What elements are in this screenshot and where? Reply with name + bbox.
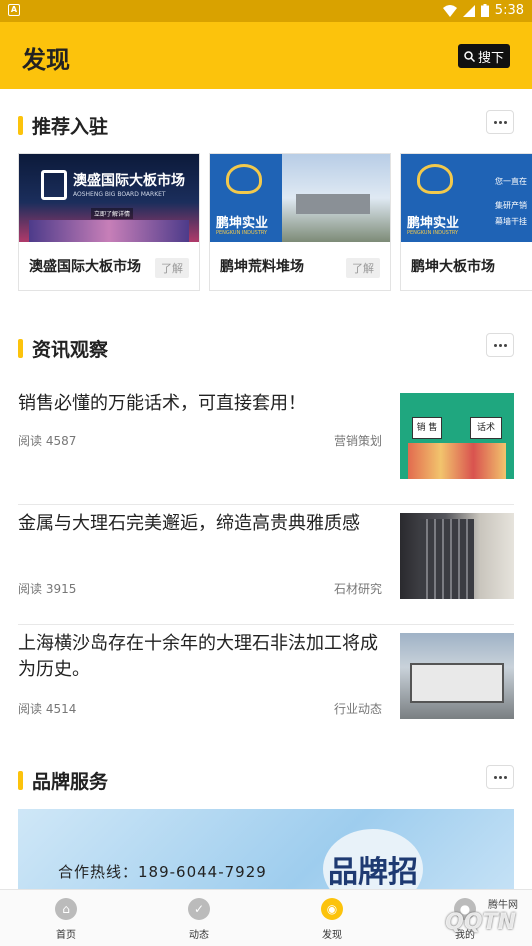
battery-icon: [480, 4, 489, 17]
watermark: 腾牛网 QQTN: [408, 896, 526, 942]
tab-discover[interactable]: ◉ 发现: [302, 898, 362, 941]
news-item[interactable]: 金属与大理石完美邂逅，缔造高贵典雅质感 阅读 3915 石材研究: [18, 505, 514, 625]
script-sign: 话术: [470, 417, 502, 439]
banner-cta: 立即了解详情: [91, 208, 134, 219]
card-banner: 鹏坤实业 PENGKUN INDUSTRY 您一直在 集研产销 幕墙干挂: [401, 154, 532, 242]
sales-sign: 销 售: [412, 417, 442, 439]
news-read-count: 阅读 3915: [18, 582, 77, 596]
tab-home[interactable]: ⌂ 首页: [36, 898, 96, 941]
gate-illustration: [296, 194, 370, 214]
banner-title: 澳盛国际大板市场: [73, 173, 185, 189]
section-accent-bar: [18, 339, 23, 358]
news-read-count: 阅读 4587: [18, 434, 77, 448]
tab-label: 发现: [322, 930, 342, 941]
building-facade: [420, 519, 474, 599]
check-icon: ✓: [188, 898, 210, 920]
pengkun-logo-icon: [417, 164, 453, 194]
machinery-illustration: [410, 663, 504, 703]
crowd-illustration: [408, 443, 506, 479]
aosheng-logo-icon: [41, 170, 67, 200]
news-category: 石材研究: [333, 582, 382, 596]
home-icon: ⌂: [55, 898, 77, 920]
more-options-button[interactable]: [486, 333, 514, 357]
status-bar: A 5:38: [0, 0, 532, 22]
building-illustration: [29, 220, 189, 242]
learn-more-button[interactable]: 了解: [155, 258, 189, 278]
tab-feed[interactable]: ✓ 动态: [169, 898, 229, 941]
pengkun-logo-icon: [226, 164, 262, 194]
section-accent-bar: [18, 771, 23, 790]
brand-recruit-text: 品牌招: [323, 829, 423, 889]
recommend-card[interactable]: 澳盛国际大板市场 AOSHENG BIG BOARD MARKET 立即了解详情…: [18, 153, 200, 291]
news-item[interactable]: 销售必懂的万能话术，可直接套用！ 阅读 4587 营销策划 销 售 话术: [18, 385, 514, 505]
news-read-count: 阅读 4514: [18, 702, 77, 716]
card-name: 澳盛国际大板市场: [29, 259, 141, 275]
card-banner: 鹏坤实业 PENGKUN INDUSTRY: [210, 154, 390, 242]
tab-label: 动态: [189, 930, 209, 941]
more-options-button[interactable]: [486, 765, 514, 789]
section-title: 品牌服务: [32, 771, 109, 793]
banner-subtitle: PENGKUN INDUSTRY: [407, 230, 459, 236]
banner-subtitle: AOSHENG BIG BOARD MARKET: [73, 191, 166, 198]
news-item[interactable]: 上海横沙岛存在十余年的大理石非法加工将成为历史。 阅读 4514 行业动态: [18, 625, 514, 745]
tab-label: 首页: [56, 930, 76, 941]
hotline-text: 合作热线：189-6044-7929: [58, 863, 267, 881]
banner-title: 鹏坤实业: [216, 216, 269, 231]
news-thumbnail: [400, 513, 514, 599]
brand-banner[interactable]: 合作热线：189-6044-7929 品牌招: [18, 809, 514, 889]
signal-icon: [462, 4, 475, 17]
wifi-icon: [442, 4, 457, 17]
banner-side-line: 幕墙干挂: [495, 217, 527, 226]
section-header-news: 资讯观察: [18, 333, 514, 363]
page-title: 发现: [22, 46, 70, 74]
banner-side-line: 您一直在: [495, 177, 527, 186]
news-title: 金属与大理石完美邂逅，缔造高贵典雅质感: [18, 513, 360, 534]
news-title: 销售必懂的万能话术，可直接套用！: [18, 393, 306, 414]
news-thumbnail: 销 售 话术: [400, 393, 514, 479]
news-category: 营销策划: [333, 434, 382, 448]
recommend-carousel[interactable]: 澳盛国际大板市场 AOSHENG BIG BOARD MARKET 立即了解详情…: [18, 153, 532, 291]
section-header-recommend: 推荐入驻: [18, 110, 514, 140]
discover-content[interactable]: 推荐入驻 澳盛国际大板市场 AOSHENG BIG BOARD MARKET 立…: [0, 89, 532, 889]
card-name: 鹏坤荒料堆场: [220, 259, 304, 275]
card-name: 鹏坤大板市场: [411, 259, 495, 275]
news-thumbnail: [400, 633, 514, 719]
watermark-site-name: 腾牛网: [488, 900, 518, 911]
section-title: 推荐入驻: [32, 116, 109, 138]
discover-icon: ◉: [321, 898, 343, 920]
notification-icon: A: [8, 4, 20, 16]
app-bar: 发现 搜下: [0, 22, 532, 89]
news-category: 行业动态: [333, 702, 382, 716]
more-options-button[interactable]: [486, 110, 514, 134]
learn-more-button[interactable]: 了解: [346, 258, 380, 278]
card-banner: 澳盛国际大板市场 AOSHENG BIG BOARD MARKET 立即了解详情: [19, 154, 199, 242]
banner-title: 鹏坤实业: [407, 216, 460, 231]
search-button[interactable]: 搜下: [458, 44, 510, 68]
section-accent-bar: [18, 116, 23, 135]
search-icon: [464, 50, 475, 62]
recommend-card[interactable]: 鹏坤实业 PENGKUN INDUSTRY 您一直在 集研产销 幕墙干挂 鹏坤大…: [400, 153, 532, 291]
banner-side-line: 集研产销: [495, 201, 527, 210]
search-button-label: 搜下: [477, 50, 504, 66]
news-title: 上海横沙岛存在十余年的大理石非法加工将成为历史。: [18, 633, 378, 680]
status-icons: 5:38: [442, 3, 524, 18]
section-title: 资讯观察: [32, 339, 109, 361]
clock: 5:38: [494, 3, 524, 18]
section-header-brand: 品牌服务: [18, 765, 514, 795]
banner-subtitle: PENGKUN INDUSTRY: [216, 230, 268, 236]
watermark-logo: QQTN: [445, 910, 516, 935]
recommend-card[interactable]: 鹏坤实业 PENGKUN INDUSTRY 鹏坤荒料堆场 了解: [209, 153, 391, 291]
